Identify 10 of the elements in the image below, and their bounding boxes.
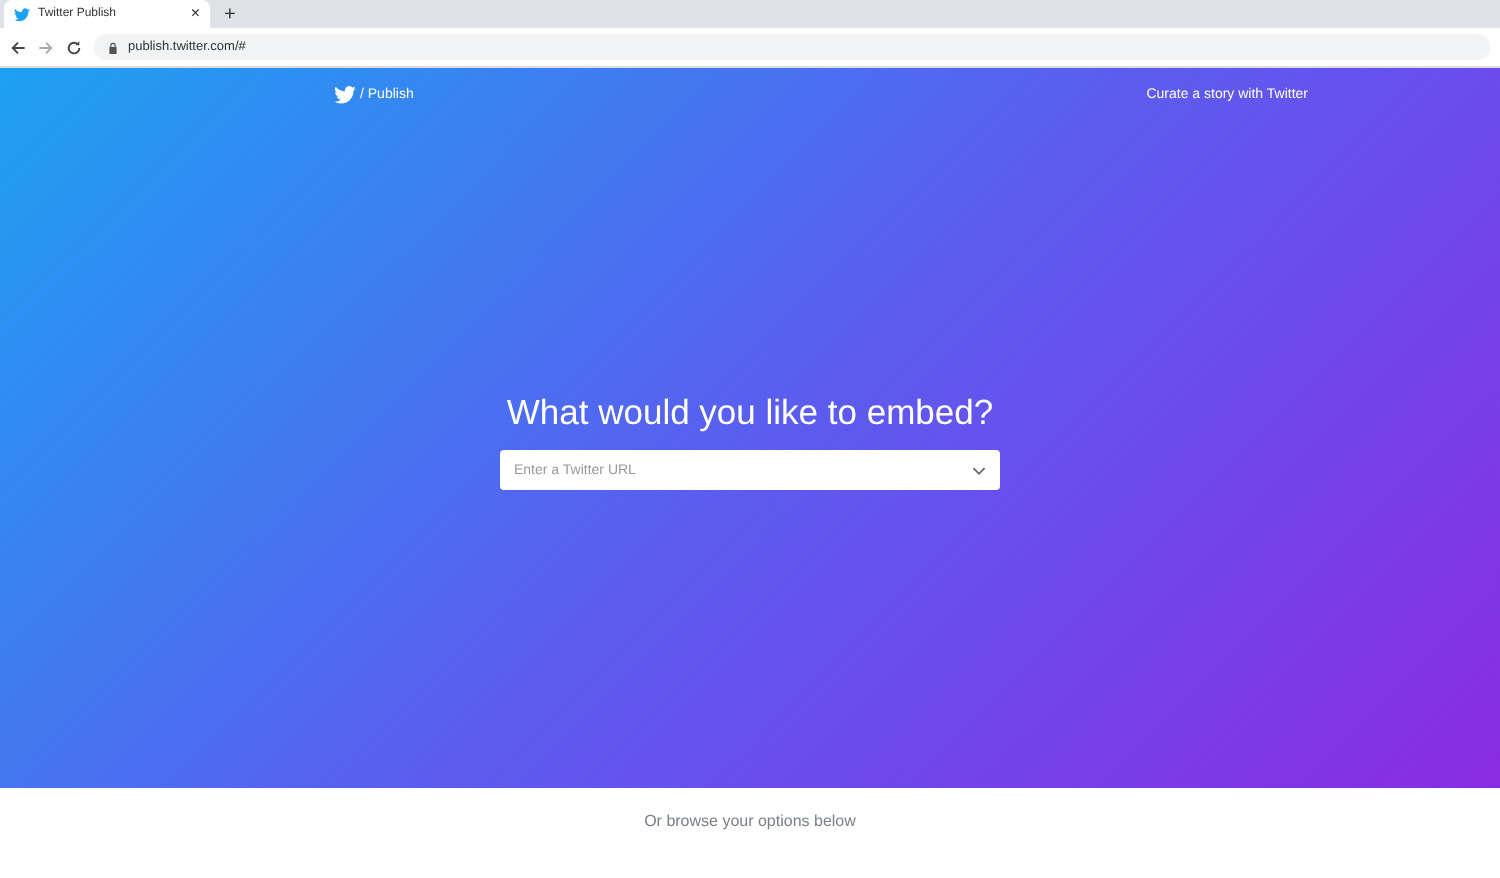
close-tab-button[interactable]: × <box>190 6 200 22</box>
bird-icon <box>14 7 30 21</box>
new-tab-button[interactable]: + <box>224 4 236 28</box>
back-arrow-icon[interactable] <box>10 39 26 55</box>
bird-icon <box>334 85 356 103</box>
hero-heading: What would you like to embed? <box>506 392 994 434</box>
browse-text: Or browse your options below <box>644 812 856 832</box>
chevron-down-icon <box>972 465 986 475</box>
reload-icon[interactable] <box>66 39 82 55</box>
lock-icon <box>108 41 118 53</box>
